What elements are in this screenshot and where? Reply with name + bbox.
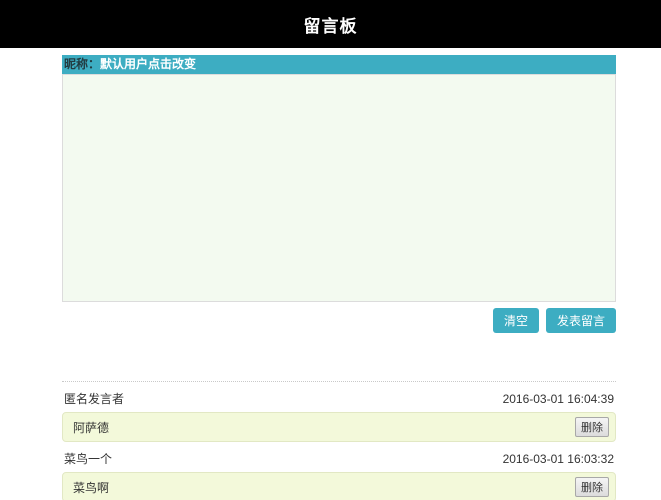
delete-button[interactable]: 删除 [575,477,609,497]
message-author: 菜鸟一个 [64,452,113,466]
message-list: 匿名发言者 2016-03-01 16:04:39 阿萨德 删除 菜鸟一个 20… [62,381,616,500]
message-item: 菜鸟一个 2016-03-01 16:03:32 菜鸟啊 删除 [62,442,616,500]
message-timestamp: 2016-03-01 16:03:32 [502,452,614,466]
message-item: 匿名发言者 2016-03-01 16:04:39 阿萨德 删除 [62,382,616,442]
message-header: 菜鸟一个 2016-03-01 16:03:32 [62,442,616,472]
nickname-value[interactable]: 默认用户点击改变 [100,57,196,71]
message-content-box: 菜鸟啊 删除 [62,472,616,500]
submit-button[interactable]: 发表留言 [545,308,616,333]
clear-button[interactable]: 清空 [492,308,539,333]
message-timestamp: 2016-03-01 16:04:39 [502,392,614,406]
app-header: 留言板 [0,0,661,48]
message-content: 阿萨德 [73,420,110,435]
message-author: 匿名发言者 [64,392,125,406]
page-title: 留言板 [303,16,358,36]
message-content-box: 阿萨德 删除 [62,412,616,442]
nickname-bar[interactable]: 昵称：默认用户点击改变 [62,55,616,74]
message-textarea[interactable] [62,74,616,302]
main-content: 昵称：默认用户点击改变 清空 发表留言 匿名发言者 2016-03-01 16:… [62,55,616,500]
nickname-label: 昵称： [64,57,101,71]
form-actions: 清空 发表留言 [62,308,616,333]
delete-button[interactable]: 删除 [575,417,609,437]
message-content: 菜鸟啊 [73,480,110,495]
message-header: 匿名发言者 2016-03-01 16:04:39 [62,382,616,412]
